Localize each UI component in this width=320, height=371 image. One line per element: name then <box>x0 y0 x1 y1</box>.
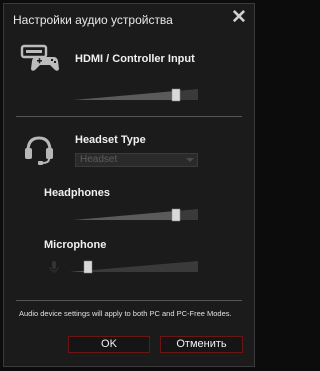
microphone-icon <box>49 260 59 279</box>
microphone-label: Microphone <box>44 239 107 251</box>
microphone-volume-slider[interactable] <box>70 260 198 274</box>
hdmi-volume-slider[interactable] <box>74 88 198 102</box>
footer-divider <box>16 300 242 301</box>
microphone-volume-thumb[interactable] <box>83 260 93 274</box>
headset-type-value: Headset <box>80 154 118 165</box>
footer-note: Audio device settings will apply to both… <box>19 309 232 318</box>
hdmi-label: HDMI / Controller Input <box>75 53 195 65</box>
hdmi-volume-thumb[interactable] <box>171 88 181 102</box>
hdmi-controller-icon <box>20 43 62 78</box>
headset-type-select[interactable]: Headset <box>75 153 198 167</box>
ok-button[interactable]: OK <box>68 336 150 353</box>
audio-settings-dialog: Настройки аудио устройства ✕ HDMI / Cont… <box>3 3 255 367</box>
headset-type-label: Headset Type <box>75 134 146 146</box>
chevron-down-icon <box>186 158 194 162</box>
section-divider <box>16 116 242 117</box>
headphones-label: Headphones <box>44 187 111 199</box>
headphones-volume-slider[interactable] <box>74 208 198 222</box>
title-bar[interactable]: Настройки аудио устройства ✕ <box>4 4 254 34</box>
headphones-volume-thumb[interactable] <box>171 208 181 222</box>
dialog-title: Настройки аудио устройства <box>13 13 173 27</box>
cancel-button[interactable]: Отменить <box>160 336 243 353</box>
headset-icon <box>22 132 56 171</box>
close-icon[interactable]: ✕ <box>228 7 250 29</box>
